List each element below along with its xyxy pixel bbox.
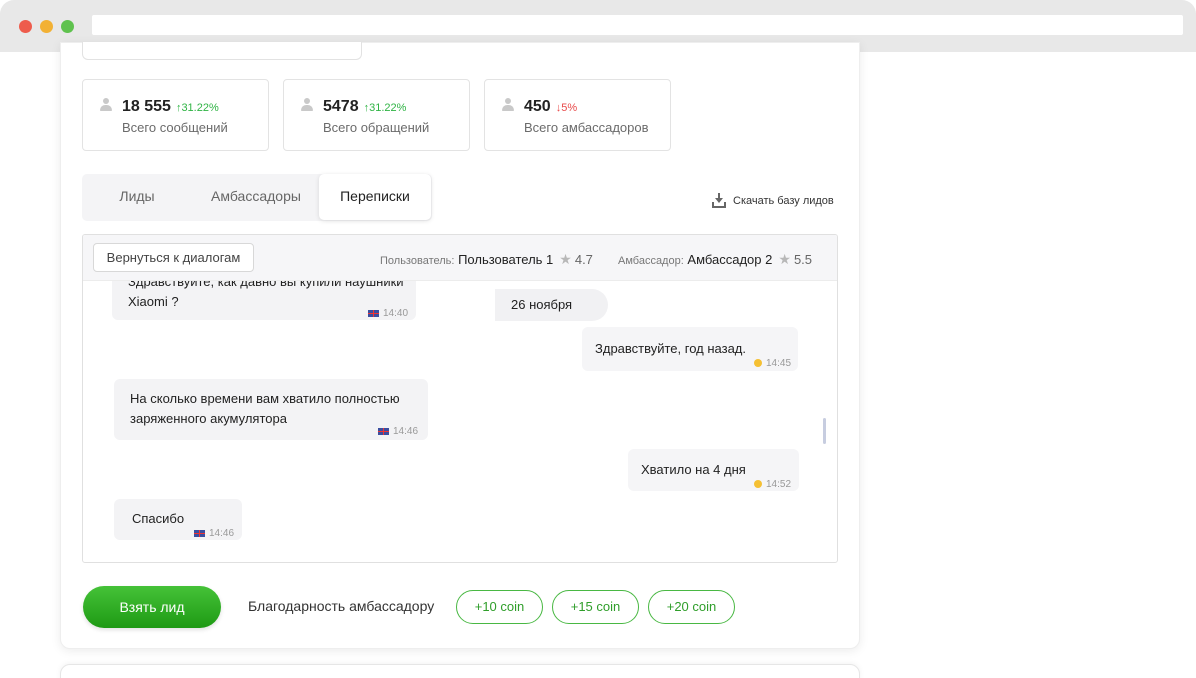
message-outgoing: Хватило на 4 дня 14:52 bbox=[628, 449, 799, 491]
coin-20-button[interactable]: +20 coin bbox=[648, 590, 735, 624]
search-input[interactable] bbox=[82, 42, 362, 60]
emoji-icon bbox=[754, 480, 762, 488]
next-card bbox=[60, 664, 860, 678]
message-line: Хватило на 4 дня bbox=[641, 462, 746, 477]
stat-label: Всего амбассадоров bbox=[524, 120, 649, 135]
stat-card-ambassadors: 450 ↓5% Всего амбассадоров bbox=[484, 79, 671, 151]
stat-delta: ↓5% bbox=[555, 102, 578, 114]
message-line: Спасибо bbox=[132, 511, 185, 526]
user-icon bbox=[502, 98, 514, 112]
user-icon bbox=[100, 98, 112, 112]
address-bar[interactable] bbox=[92, 15, 1183, 35]
take-lead-button[interactable]: Взять лид bbox=[83, 586, 221, 628]
thanks-label: Благодарность амбассадору bbox=[248, 598, 435, 614]
message-line: Здравствуйте, год назад. bbox=[595, 341, 747, 356]
chat-scrollbar[interactable] bbox=[823, 418, 826, 444]
ambassador-key: Амбассадор: bbox=[618, 255, 684, 267]
stat-card-messages: 18 555 ↑31.22% Всего сообщений bbox=[82, 79, 269, 151]
stat-value: 18 555 ↑31.22% bbox=[122, 98, 219, 115]
download-icon bbox=[712, 193, 726, 208]
stat-value: 450 ↓5% bbox=[524, 98, 578, 115]
message-line: заряженного акумулятора bbox=[130, 411, 287, 426]
message-time: 14:46 bbox=[378, 422, 418, 442]
chat-header: Вернуться к диалогам Пользователь: Польз… bbox=[83, 235, 837, 281]
minimize-window-dot[interactable] bbox=[40, 20, 53, 33]
back-to-dialogs-button[interactable]: Вернуться к диалогам bbox=[93, 243, 254, 272]
stat-label: Всего обращений bbox=[323, 120, 430, 135]
close-window-dot[interactable] bbox=[19, 20, 32, 33]
user-rating: 4.7 bbox=[574, 252, 593, 267]
stat-delta: ↑31.22% bbox=[175, 102, 219, 114]
message-time: 14:45 bbox=[754, 354, 791, 374]
message-incoming: На сколько времени вам хватило полностью… bbox=[114, 379, 428, 440]
message-incoming: Спасибо 14:46 bbox=[114, 499, 242, 540]
stat-value: 5478 ↑31.22% bbox=[323, 98, 407, 115]
flag-icon bbox=[194, 530, 205, 537]
ambassador-name: Амбассадор 2 bbox=[687, 252, 773, 267]
message-time: 14:40 bbox=[368, 304, 408, 324]
ambassador-rating: 5.5 bbox=[793, 252, 813, 267]
download-leads-link[interactable]: Скачать базу лидов bbox=[712, 193, 834, 208]
stat-delta: ↑31.22% bbox=[363, 102, 407, 114]
message-line: На сколько времени вам хватило полностью bbox=[130, 391, 400, 406]
ambassador-info: Амбассадор: Амбассадор 2 ★ 5.5 bbox=[618, 251, 812, 268]
stat-label: Всего сообщений bbox=[122, 120, 228, 135]
message-time: 14:52 bbox=[754, 475, 791, 495]
page: 18 555 ↑31.22% Всего сообщений 5478 ↑31.22… bbox=[0, 42, 1196, 678]
user-key: Пользователь: bbox=[380, 255, 455, 267]
user-info: Пользователь: Пользователь 1 ★ 4.7 bbox=[380, 251, 593, 268]
user-name: Пользователь 1 bbox=[458, 252, 554, 267]
user-icon bbox=[301, 98, 313, 112]
tab-bar: Лиды Амбассадоры Переписки bbox=[82, 174, 432, 221]
tab-chats[interactable]: Переписки bbox=[319, 174, 431, 220]
message-outgoing: Здравствуйте, год назад. 14:45 bbox=[582, 327, 798, 371]
coin-10-button[interactable]: +10 coin bbox=[456, 590, 543, 624]
tab-leads[interactable]: Лиды bbox=[82, 174, 192, 221]
message-time: 14:46 bbox=[194, 524, 234, 544]
tab-ambassadors[interactable]: Амбассадоры bbox=[194, 174, 318, 221]
coin-15-button[interactable]: +15 coin bbox=[552, 590, 639, 624]
flag-icon bbox=[378, 428, 389, 435]
chat-panel: Вернуться к диалогам Пользователь: Польз… bbox=[82, 234, 838, 563]
star-icon: ★ bbox=[559, 251, 572, 267]
date-separator: 26 ноября bbox=[495, 289, 608, 321]
message-line: Xiaomi ? bbox=[128, 294, 179, 309]
maximize-window-dot[interactable] bbox=[61, 20, 74, 33]
emoji-icon bbox=[754, 359, 762, 367]
flag-icon bbox=[368, 310, 379, 317]
star-icon: ★ bbox=[778, 251, 791, 267]
download-label: Скачать базу лидов bbox=[733, 194, 834, 207]
stat-card-requests: 5478 ↑31.22% Всего обращений bbox=[283, 79, 470, 151]
